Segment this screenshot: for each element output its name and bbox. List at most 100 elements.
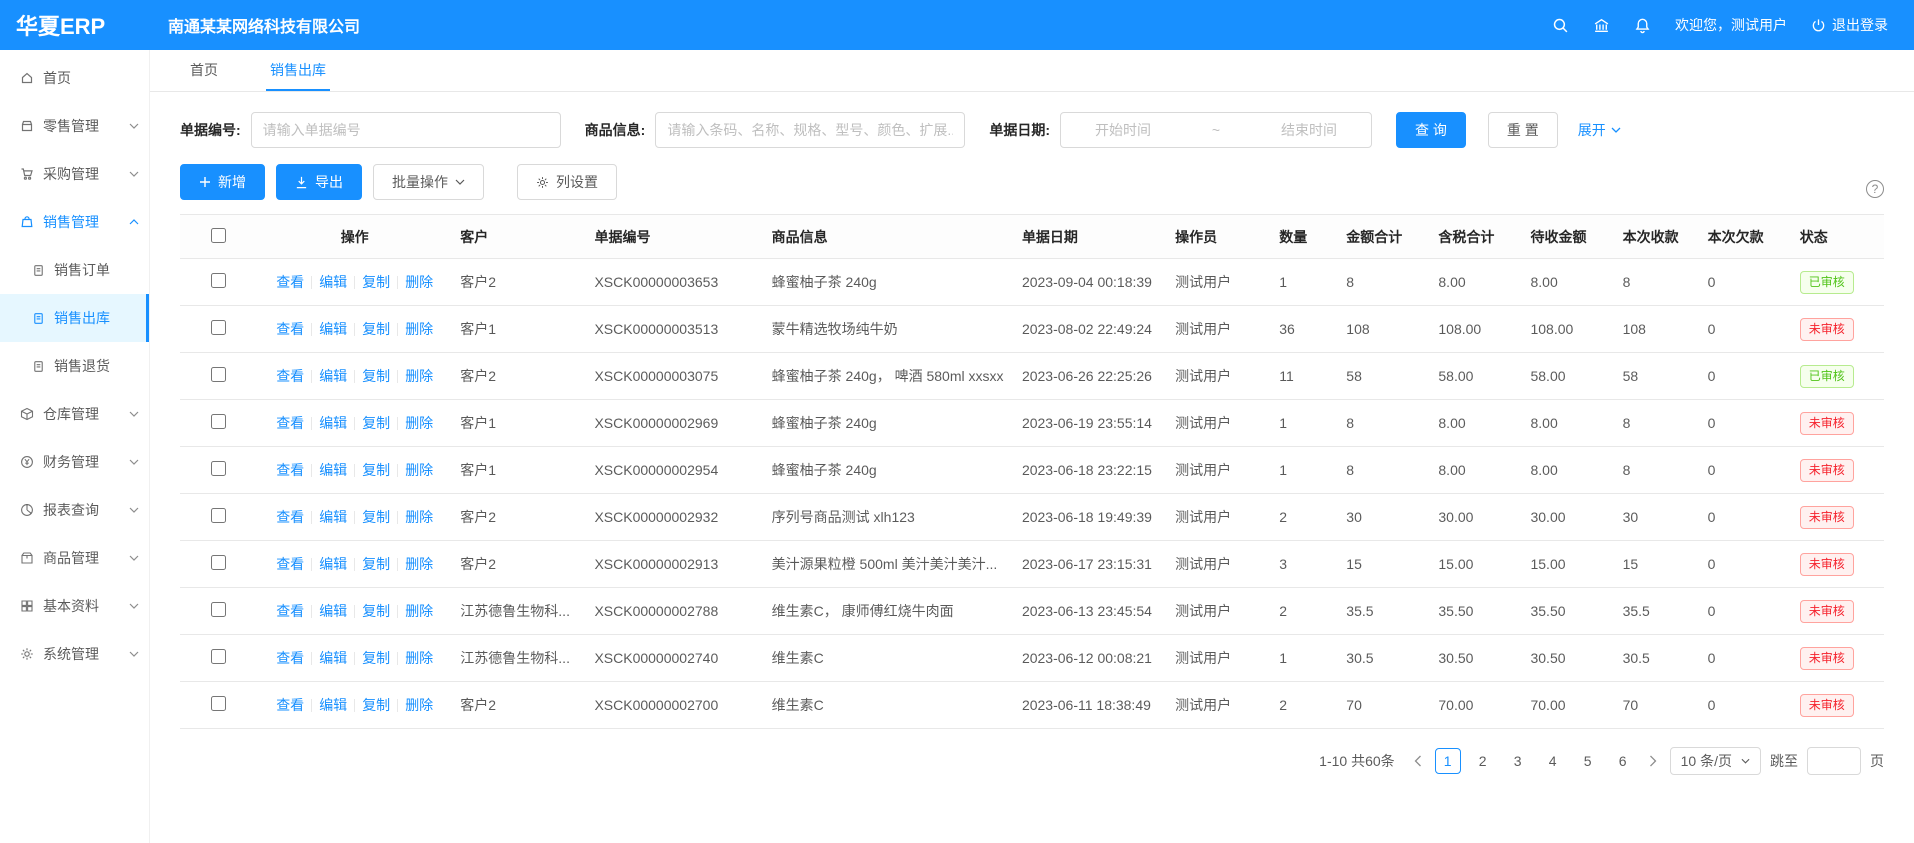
edit-link[interactable]: 编辑 xyxy=(319,697,347,713)
edit-link[interactable]: 编辑 xyxy=(319,274,347,290)
sidebar-item-home[interactable]: 首页 xyxy=(0,54,149,102)
bank-icon[interactable] xyxy=(1593,17,1610,34)
customer-cell: 客户1 xyxy=(452,306,586,353)
view-link[interactable]: 查看 xyxy=(276,556,304,572)
bill-no-cell: XSCK00000002700 xyxy=(586,682,763,729)
sidebar-item-sales[interactable]: 销售管理 xyxy=(0,198,149,246)
search-button[interactable]: 查 询 xyxy=(1396,112,1466,148)
sidebar-item-reports[interactable]: 报表查询 xyxy=(0,486,149,534)
search-icon[interactable] xyxy=(1552,17,1569,34)
view-link[interactable]: 查看 xyxy=(276,274,304,290)
export-button[interactable]: 导出 xyxy=(276,164,362,200)
view-link[interactable]: 查看 xyxy=(276,415,304,431)
edit-link[interactable]: 编辑 xyxy=(319,462,347,478)
edit-link[interactable]: 编辑 xyxy=(319,415,347,431)
plus-icon xyxy=(199,176,211,188)
row-checkbox[interactable] xyxy=(211,414,226,429)
sidebar-item-sales-outbound[interactable]: 销售出库 xyxy=(0,294,149,342)
jump-page-input[interactable] xyxy=(1807,747,1861,775)
prev-page-button[interactable] xyxy=(1410,751,1426,771)
row-checkbox[interactable] xyxy=(211,273,226,288)
page-number-1[interactable]: 1 xyxy=(1435,748,1461,774)
delete-link[interactable]: 删除 xyxy=(405,415,433,431)
view-link[interactable]: 查看 xyxy=(276,509,304,525)
date-range-picker[interactable]: 开始时间 ~ 结束时间 xyxy=(1060,112,1372,148)
edit-link[interactable]: 编辑 xyxy=(319,321,347,337)
sidebar-item-system[interactable]: 系统管理 xyxy=(0,630,149,678)
edit-link[interactable]: 编辑 xyxy=(319,509,347,525)
date-start-placeholder: 开始时间 xyxy=(1095,120,1151,140)
view-link[interactable]: 查看 xyxy=(276,697,304,713)
sidebar-item-warehouse[interactable]: 仓库管理 xyxy=(0,390,149,438)
delete-link[interactable]: 删除 xyxy=(405,462,433,478)
copy-link[interactable]: 复制 xyxy=(362,650,390,666)
sidebar-item-goods[interactable]: 商品管理 xyxy=(0,534,149,582)
copy-link[interactable]: 复制 xyxy=(362,462,390,478)
copy-link[interactable]: 复制 xyxy=(362,697,390,713)
view-link[interactable]: 查看 xyxy=(276,321,304,337)
sidebar-item-label: 商品管理 xyxy=(43,548,99,568)
copy-link[interactable]: 复制 xyxy=(362,556,390,572)
row-checkbox[interactable] xyxy=(211,696,226,711)
bill-no-input[interactable] xyxy=(251,112,561,148)
row-checkbox[interactable] xyxy=(211,508,226,523)
tab-home[interactable]: 首页 xyxy=(186,50,222,91)
page-number-6[interactable]: 6 xyxy=(1610,748,1636,774)
delete-link[interactable]: 删除 xyxy=(405,274,433,290)
row-checkbox[interactable] xyxy=(211,367,226,382)
sidebar-item-sales-return[interactable]: 销售退货 xyxy=(0,342,149,390)
column-settings-button[interactable]: 列设置 xyxy=(517,164,617,200)
sidebar-item-basic-data[interactable]: 基本资料 xyxy=(0,582,149,630)
copy-link[interactable]: 复制 xyxy=(362,321,390,337)
delete-link[interactable]: 删除 xyxy=(405,603,433,619)
copy-link[interactable]: 复制 xyxy=(362,368,390,384)
sidebar-item-retail[interactable]: 零售管理 xyxy=(0,102,149,150)
page-number-3[interactable]: 3 xyxy=(1505,748,1531,774)
add-button[interactable]: 新增 xyxy=(180,164,265,200)
view-link[interactable]: 查看 xyxy=(276,650,304,666)
chevron-down-icon xyxy=(129,411,139,417)
page-size-select[interactable]: 10 条/页 xyxy=(1670,747,1761,775)
delete-link[interactable]: 删除 xyxy=(405,509,433,525)
header-status: 状态 xyxy=(1792,215,1884,259)
edit-link[interactable]: 编辑 xyxy=(319,650,347,666)
delete-link[interactable]: 删除 xyxy=(405,556,433,572)
view-link[interactable]: 查看 xyxy=(276,462,304,478)
row-checkbox[interactable] xyxy=(211,649,226,664)
edit-link[interactable]: 编辑 xyxy=(319,368,347,384)
delete-link[interactable]: 删除 xyxy=(405,321,433,337)
reset-button[interactable]: 重 置 xyxy=(1488,112,1558,148)
page-number-2[interactable]: 2 xyxy=(1470,748,1496,774)
view-link[interactable]: 查看 xyxy=(276,368,304,384)
copy-link[interactable]: 复制 xyxy=(362,603,390,619)
logout-button[interactable]: 退出登录 xyxy=(1811,15,1888,35)
batch-actions-button[interactable]: 批量操作 xyxy=(373,164,484,200)
view-link[interactable]: 查看 xyxy=(276,603,304,619)
copy-link[interactable]: 复制 xyxy=(362,415,390,431)
page-number-5[interactable]: 5 xyxy=(1575,748,1601,774)
material-input[interactable] xyxy=(655,112,965,148)
sidebar-item-purchase[interactable]: 采购管理 xyxy=(0,150,149,198)
row-checkbox[interactable] xyxy=(211,555,226,570)
select-all-checkbox[interactable] xyxy=(211,228,226,243)
next-page-button[interactable] xyxy=(1645,751,1661,771)
sidebar-item-finance[interactable]: 财务管理 xyxy=(0,438,149,486)
amount-cell: 8 xyxy=(1338,259,1430,306)
row-checkbox[interactable] xyxy=(211,320,226,335)
row-checkbox[interactable] xyxy=(211,602,226,617)
material-cell: 蜂蜜柚子茶 240g xyxy=(764,400,1014,447)
delete-link[interactable]: 删除 xyxy=(405,368,433,384)
help-icon[interactable]: ? xyxy=(1866,180,1884,198)
tab-sales-outbound[interactable]: 销售出库 xyxy=(266,50,330,91)
edit-link[interactable]: 编辑 xyxy=(319,556,347,572)
delete-link[interactable]: 删除 xyxy=(405,650,433,666)
edit-link[interactable]: 编辑 xyxy=(319,603,347,619)
row-checkbox[interactable] xyxy=(211,461,226,476)
page-number-4[interactable]: 4 xyxy=(1540,748,1566,774)
expand-link[interactable]: 展开 xyxy=(1578,120,1621,140)
sidebar-item-sales-order[interactable]: 销售订单 xyxy=(0,246,149,294)
delete-link[interactable]: 删除 xyxy=(405,697,433,713)
bell-icon[interactable] xyxy=(1634,17,1651,34)
copy-link[interactable]: 复制 xyxy=(362,509,390,525)
copy-link[interactable]: 复制 xyxy=(362,274,390,290)
